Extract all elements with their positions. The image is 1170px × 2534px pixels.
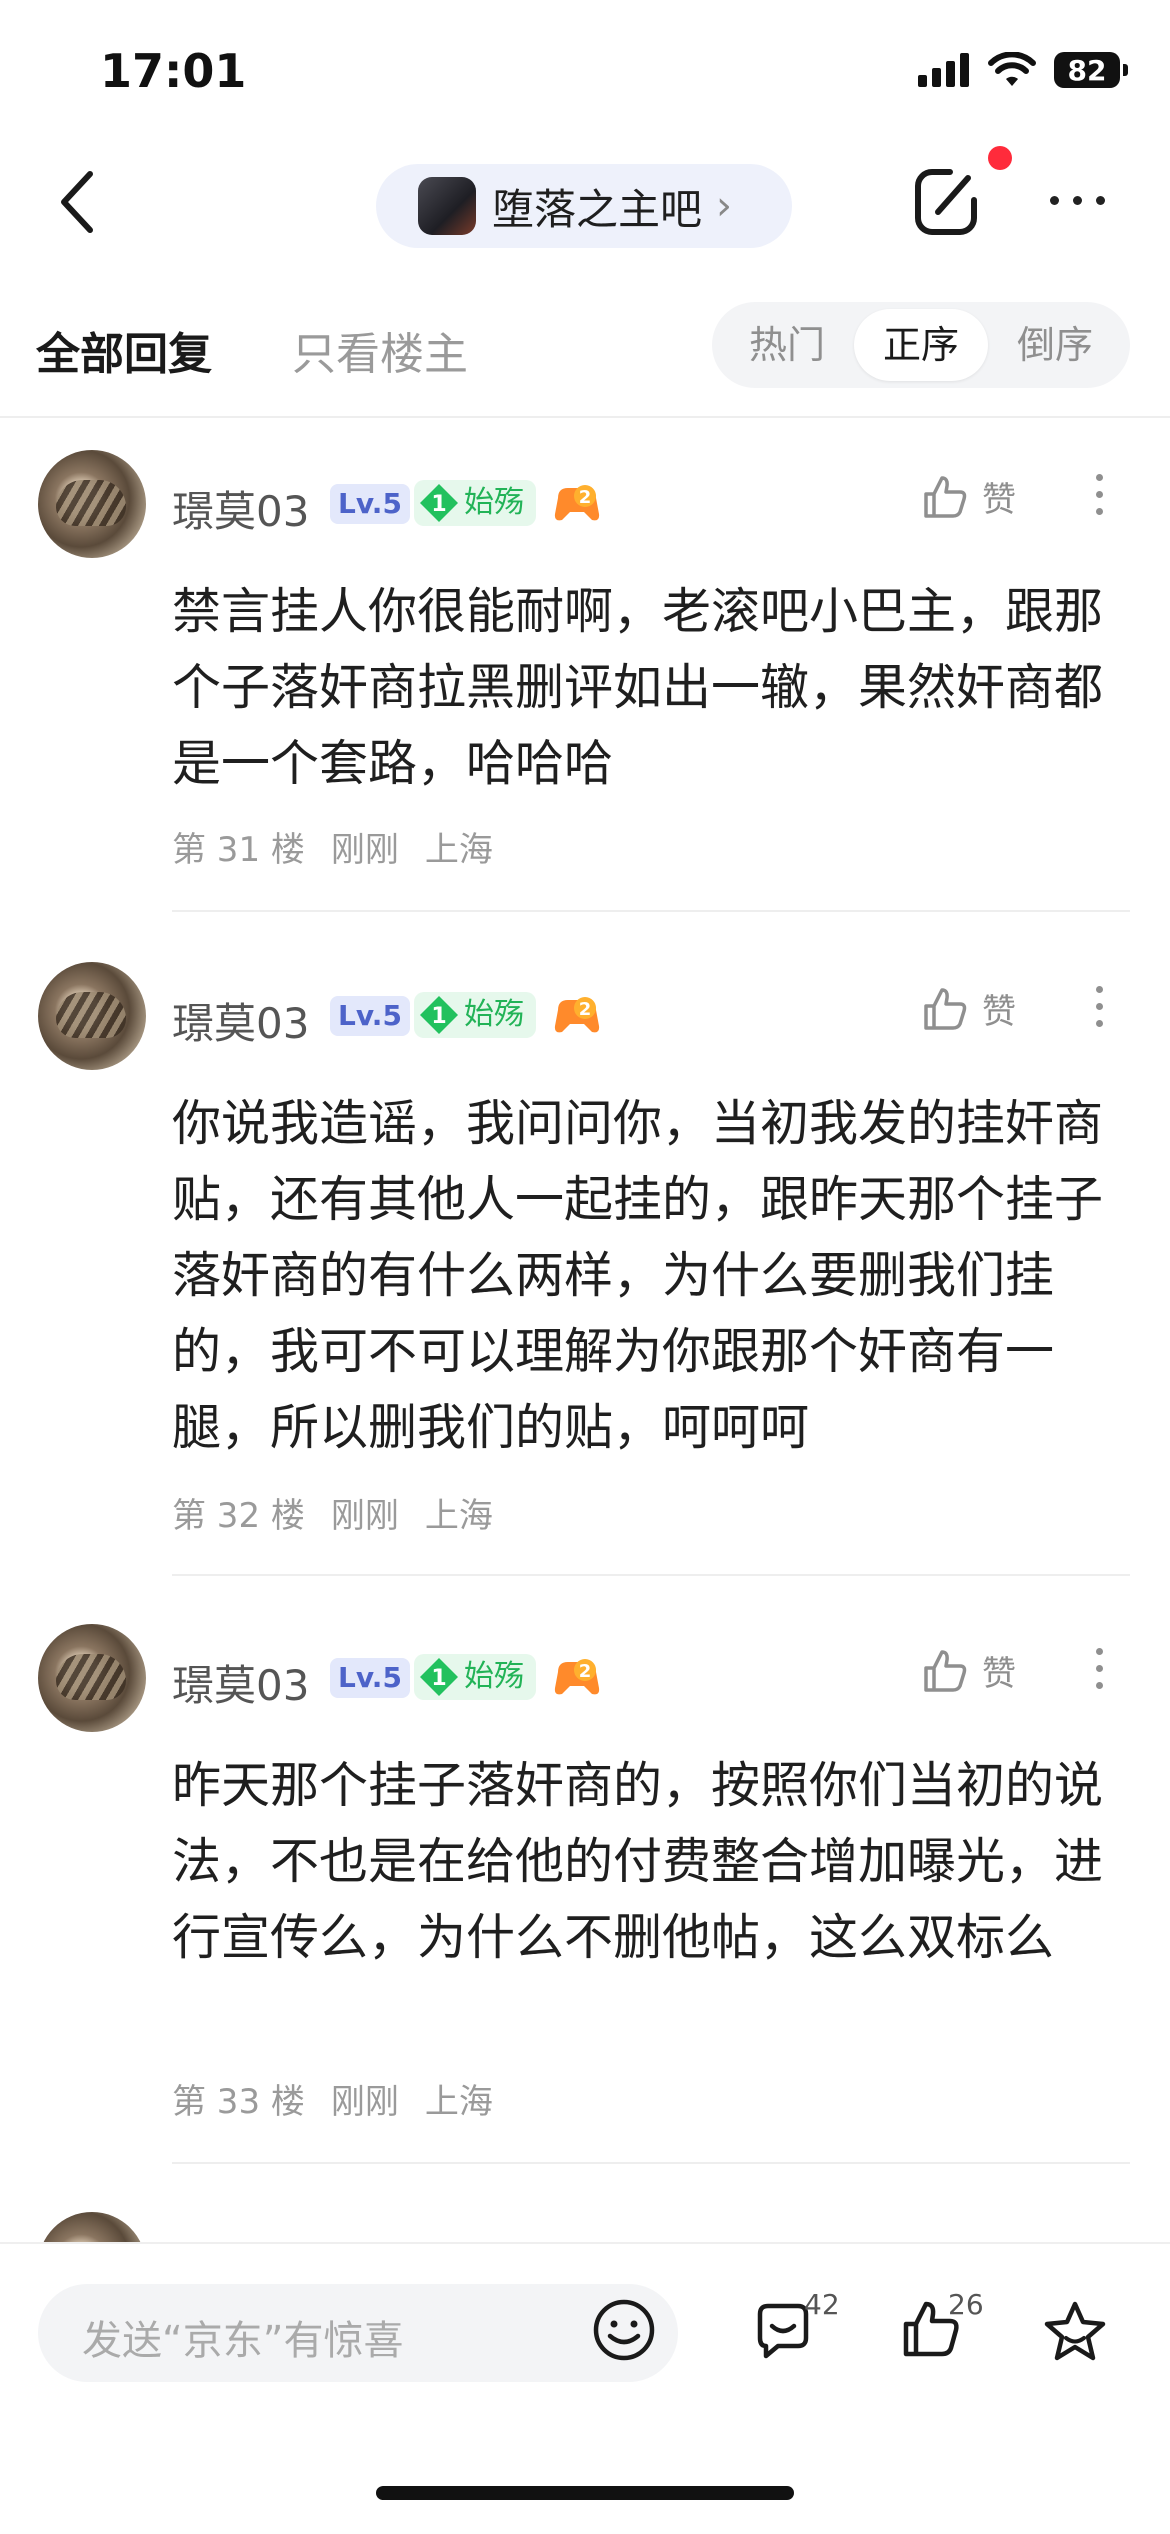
like-button[interactable]: 赞: [922, 984, 1016, 1033]
reply-time: 刚刚: [330, 2082, 399, 2122]
username[interactable]: 璟莫03: [172, 478, 309, 539]
home-indicator: [376, 2486, 794, 2500]
back-arrow-icon[interactable]: [58, 170, 98, 234]
status-time: 17:01: [100, 44, 247, 98]
reply-location: 上海: [424, 2082, 493, 2122]
tab-all-replies[interactable]: 全部回复: [36, 318, 212, 382]
floor-number: 第 33 楼: [172, 2082, 305, 2122]
title-badge: 1 始殇: [414, 480, 536, 526]
star-icon[interactable]: [1042, 2300, 1108, 2364]
svg-text:1: 1: [431, 1666, 446, 1691]
title-badge: 1 始殇: [414, 1654, 536, 1700]
divider: [172, 1574, 1130, 1576]
post-more-button[interactable]: [1096, 1648, 1103, 1689]
reply-meta: 第 31 楼 刚刚 上海: [172, 822, 493, 871]
floor-number: 第 32 楼: [172, 1496, 305, 1536]
avatar[interactable]: [38, 1624, 146, 1732]
svg-text:1: 1: [431, 1004, 446, 1029]
svg-text:2: 2: [579, 487, 592, 508]
reply-meta: 第 33 楼 刚刚 上海: [172, 2074, 493, 2123]
sort-hot[interactable]: 热门: [720, 309, 854, 381]
title-text: 始殇: [464, 997, 524, 1032]
forum-pill[interactable]: 堕落之主吧 ›: [376, 164, 792, 248]
svg-text:2: 2: [579, 999, 592, 1020]
avatar[interactable]: [38, 450, 146, 558]
floor-number: 第 31 楼: [172, 830, 305, 870]
reply-location: 上海: [424, 1496, 493, 1536]
username[interactable]: 璟莫03: [172, 990, 309, 1051]
sort-ascending[interactable]: 正序: [854, 309, 988, 381]
title-text: 始殇: [464, 485, 524, 520]
reply-input-placeholder[interactable]: 发送“京东”有惊喜: [82, 2308, 403, 2366]
username[interactable]: 璟莫03: [172, 1652, 309, 1713]
divider: [172, 2162, 1130, 2164]
like-label: 赞: [982, 992, 1016, 1032]
divider: [172, 910, 1130, 912]
thumbs-up-icon: [924, 1649, 967, 1692]
level-badge: Lv.5: [330, 1658, 410, 1698]
emoji-icon[interactable]: [592, 2298, 656, 2362]
reply-content: 禁言挂人你很能耐啊，老滚吧小巴主，跟那个子落奸商拉黑删评如出一辙，果然奸商都是一…: [172, 583, 1104, 792]
wifi-icon: [988, 52, 1036, 86]
rank-gem-icon: 1: [420, 1658, 458, 1696]
reply-content: 你说我造谣，我问问你，当初我发的挂奸商贴，还有其他人一起挂的，跟昨天那个挂子落奸…: [172, 1095, 1104, 1456]
forum-name: 堕落之主吧: [492, 184, 703, 234]
reply-location: 上海: [424, 830, 493, 870]
gamepad-icon: 2: [554, 997, 600, 1033]
signal-icon: [918, 53, 969, 87]
level-badge: Lv.5: [330, 484, 410, 524]
thumbs-up-icon: [924, 987, 967, 1030]
tab-owner-only[interactable]: 只看楼主: [292, 318, 468, 382]
thumbs-up-icon: [924, 475, 967, 518]
svg-text:2: 2: [579, 1661, 592, 1682]
forum-avatar: [418, 177, 476, 235]
post-more-button[interactable]: [1096, 474, 1103, 515]
title-text: 始殇: [464, 1659, 524, 1694]
like-label: 赞: [982, 1654, 1016, 1694]
like-count: 26: [948, 2288, 984, 2321]
reply-time: 刚刚: [330, 1496, 399, 1536]
avatar[interactable]: [38, 962, 146, 1070]
title-badge: 1 始殇: [414, 992, 536, 1038]
divider: [0, 416, 1170, 418]
rank-gem-icon: 1: [420, 484, 458, 522]
gamepad-icon: 2: [554, 1659, 600, 1695]
post-more-button[interactable]: [1096, 986, 1103, 1027]
reply-content: 昨天那个挂子落奸商的，按照你们当初的说法，不也是在给他的付费整合增加曝光，进行宣…: [172, 1757, 1104, 1966]
like-label: 赞: [982, 480, 1016, 520]
edit-post-icon[interactable]: [910, 162, 982, 240]
sort-descending[interactable]: 倒序: [988, 309, 1122, 381]
reply-meta: 第 32 楼 刚刚 上海: [172, 1488, 493, 1537]
battery-indicator: 82: [1054, 52, 1128, 88]
chevron-right-icon: ›: [716, 183, 733, 229]
reply-time: 刚刚: [330, 830, 399, 870]
more-options-button[interactable]: [1050, 196, 1105, 205]
svg-text:1: 1: [431, 492, 446, 517]
rank-gem-icon: 1: [420, 996, 458, 1034]
like-button[interactable]: 赞: [922, 472, 1016, 521]
comment-count: 42: [804, 2288, 840, 2321]
level-badge: Lv.5: [330, 996, 410, 1036]
sort-segmented-control: 热门 正序 倒序: [712, 302, 1130, 388]
status-icons: 82: [918, 52, 1128, 88]
gamepad-icon: 2: [554, 485, 600, 521]
like-button[interactable]: 赞: [922, 1646, 1016, 1695]
notification-dot: [988, 146, 1012, 170]
